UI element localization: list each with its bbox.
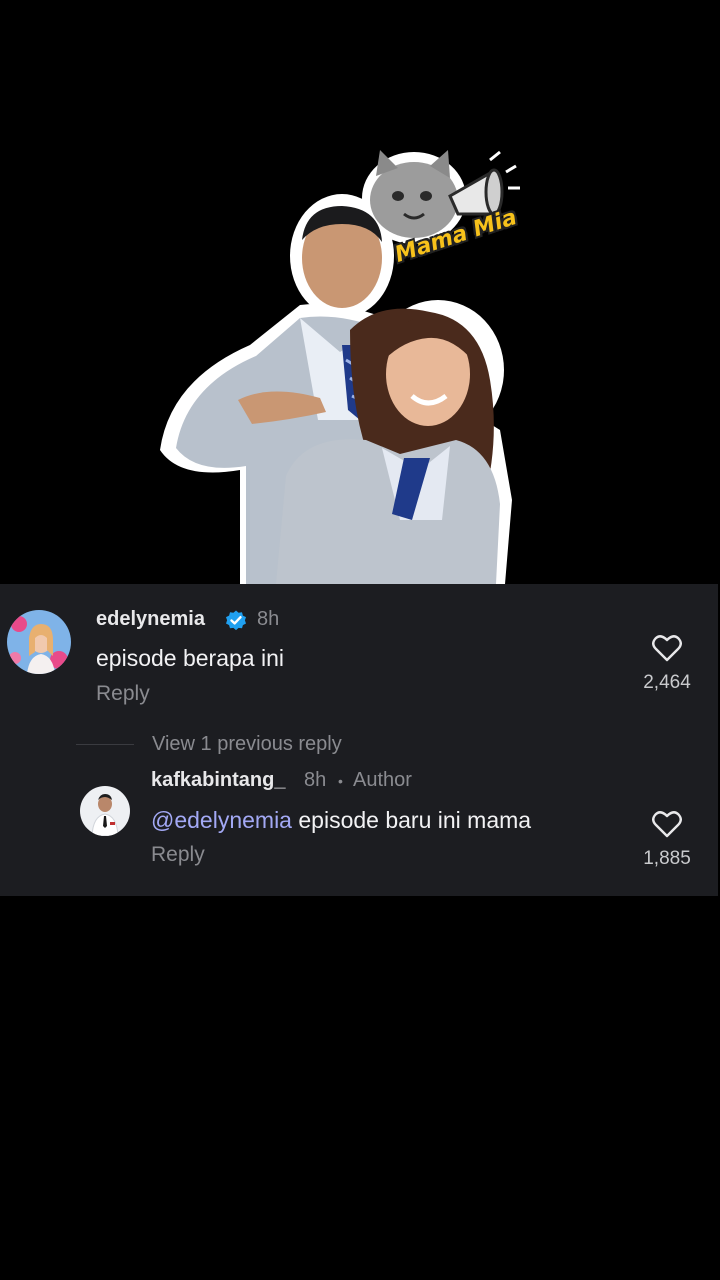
reply-time: 8h — [304, 769, 327, 791]
reply-text-body: episode baru ini mama — [291, 807, 532, 833]
reply-item: kafkabintang_ 8h • Author @edelynemia ep… — [0, 769, 718, 896]
video-frame: Mama Mia — [0, 0, 720, 584]
meta-separator: • — [338, 773, 343, 789]
like-control: 2,464 — [627, 634, 707, 694]
comment-username[interactable]: edelynemia — [96, 608, 205, 631]
mention-link[interactable]: @edelynemia — [151, 807, 292, 833]
comment-item: edelynemia 8h episode berapa ini Reply 2… — [0, 584, 718, 724]
like-count: 2,464 — [643, 672, 691, 693]
reply-text: @edelynemia episode baru ini mama — [151, 807, 531, 834]
comment-text: episode berapa ini — [96, 645, 284, 671]
verified-badge-icon — [224, 608, 248, 632]
avatar[interactable] — [80, 786, 130, 836]
video-screen: Mama Mia edelynemia 8h episode berapa in… — [0, 0, 720, 1280]
avatar[interactable] — [7, 610, 71, 674]
comment-panel: edelynemia 8h episode berapa ini Reply 2… — [0, 584, 718, 896]
divider — [76, 743, 134, 745]
view-previous-replies[interactable]: View 1 previous reply — [76, 732, 342, 756]
comment-time: 8h — [257, 608, 280, 630]
like-control: 1,885 — [627, 810, 707, 870]
heart-outline-icon[interactable] — [652, 634, 682, 662]
view-previous-replies-label[interactable]: View 1 previous reply — [152, 733, 342, 756]
reply-button[interactable]: Reply — [96, 682, 150, 706]
reply-button[interactable]: Reply — [151, 843, 205, 867]
like-count: 1,885 — [643, 848, 691, 869]
author-badge: Author — [353, 769, 412, 791]
people-cutout-image — [160, 150, 520, 584]
reply-username[interactable]: kafkabintang_ — [151, 769, 285, 792]
heart-outline-icon[interactable] — [652, 810, 682, 838]
